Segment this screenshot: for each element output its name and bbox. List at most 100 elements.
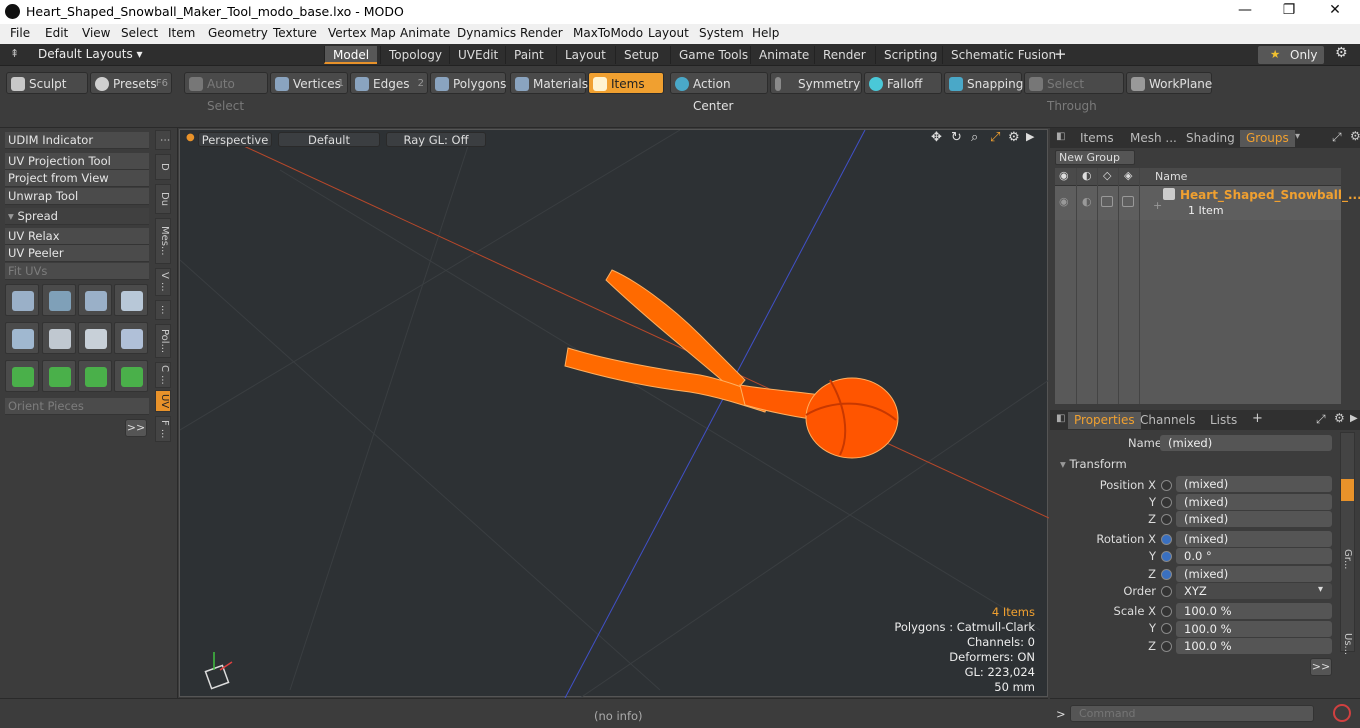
lock-col-icon[interactable]: ◇ <box>1103 169 1111 182</box>
chevron-down-icon[interactable]: ▾ <box>1318 584 1323 595</box>
uv-peeler-button[interactable]: UV Peeler <box>5 245 149 262</box>
menu-help[interactable]: Help <box>752 26 779 40</box>
tab-items[interactable]: Items <box>1074 130 1120 147</box>
render-icon[interactable]: ◐ <box>1082 195 1092 208</box>
rotation-x-anim-dot[interactable] <box>1161 534 1172 545</box>
vtab-pol[interactable]: Pol... <box>155 324 171 358</box>
udim-indicator-button[interactable]: UDIM Indicator <box>5 132 149 149</box>
side-tab-active[interactable] <box>1341 479 1354 501</box>
props-menu-icon[interactable]: ◧ <box>1056 413 1065 424</box>
scale-x-anim-dot[interactable] <box>1161 606 1172 617</box>
position-x-field[interactable]: (mixed) <box>1176 476 1332 492</box>
expand-icon[interactable]: + <box>1153 199 1162 212</box>
raygl-toggle[interactable]: Ray GL: Off <box>386 132 486 147</box>
side-tab-gr[interactable]: Gr... <box>1342 549 1353 569</box>
materials-button[interactable]: Materials <box>510 72 588 94</box>
close-button[interactable]: ✕ <box>1312 2 1358 18</box>
presets-button[interactable]: Presets F6 <box>90 72 172 94</box>
vtab-menu[interactable]: ⋮ <box>155 130 171 150</box>
perspective-dropdown[interactable]: Perspective <box>198 132 272 147</box>
fit-view-icon[interactable]: ⤢ <box>990 130 1000 145</box>
vtab-v[interactable]: V ... <box>155 268 171 296</box>
order-dropdown[interactable]: XYZ <box>1176 583 1332 599</box>
uv-tool-icon-7[interactable] <box>78 322 112 354</box>
menu-layout[interactable]: Layout <box>648 26 689 40</box>
uv-projection-tool-button[interactable]: UV Projection Tool <box>5 153 149 170</box>
tab-schematic-fusion[interactable]: Schematic Fusion <box>942 46 1064 64</box>
visibility-col-icon[interactable]: ◉ <box>1059 169 1069 182</box>
tab-groups[interactable]: Groups <box>1240 130 1295 147</box>
uv-tool-icon-2[interactable] <box>42 284 76 316</box>
menu-animate[interactable]: Animate <box>400 26 450 40</box>
rotation-y-anim-dot[interactable] <box>1161 551 1172 562</box>
gear-icon[interactable]: ⚙ <box>1335 45 1348 61</box>
sculpt-button[interactable]: Sculpt <box>6 72 88 94</box>
vtab-more[interactable]: ... <box>155 300 171 320</box>
vtab-d[interactable]: D <box>155 154 171 180</box>
polygons-button[interactable]: Polygons <box>430 72 506 94</box>
tabs-dropdown-icon[interactable]: ▾ <box>1295 131 1300 142</box>
zoom-icon[interactable]: ⌕ <box>971 130 978 145</box>
transform-header[interactable]: ▾ Transform <box>1060 457 1127 471</box>
unwrap-tool-button[interactable]: Unwrap Tool <box>5 188 149 205</box>
tab-lists[interactable]: Lists <box>1204 412 1243 429</box>
menu-render[interactable]: Render <box>520 26 563 40</box>
add-tab-button[interactable]: + <box>1054 45 1067 63</box>
action-center-button[interactable]: Action Center <box>670 72 768 113</box>
3d-viewport[interactable]: ● Perspective Default Ray GL: Off ✥ ↻ ⌕ … <box>179 129 1049 698</box>
rotation-z-anim-dot[interactable] <box>1161 569 1172 580</box>
vtab-du[interactable]: Du <box>155 184 171 214</box>
scale-z-anim-dot[interactable] <box>1161 641 1172 652</box>
rotation-z-field[interactable]: (mixed) <box>1176 566 1332 582</box>
tab-shading[interactable]: Shading <box>1180 130 1241 147</box>
tab-mesh[interactable]: Mesh ... <box>1124 130 1183 147</box>
properties-more-button[interactable]: >> <box>1310 658 1332 676</box>
position-y-anim-dot[interactable] <box>1161 497 1172 508</box>
position-x-anim-dot[interactable] <box>1161 480 1172 491</box>
uv-tool-icon-9[interactable] <box>5 360 39 392</box>
scale-y-anim-dot[interactable] <box>1161 623 1172 634</box>
menu-edit[interactable]: Edit <box>45 26 68 40</box>
eye-icon[interactable]: ◉ <box>1059 195 1069 208</box>
render-col-icon[interactable]: ◐ <box>1082 169 1092 182</box>
props-expand-icon[interactable]: ⤢ <box>1316 412 1326 427</box>
falloff-button[interactable]: Falloff <box>864 72 942 94</box>
only-toggle[interactable]: ★ Only <box>1258 46 1324 64</box>
project-from-view-button[interactable]: Project from View <box>5 170 149 187</box>
menu-file[interactable]: File <box>10 26 30 40</box>
menu-vertex-map[interactable]: Vertex Map <box>328 26 396 40</box>
scale-y-field[interactable]: 100.0 % <box>1176 621 1332 637</box>
position-z-field[interactable]: (mixed) <box>1176 511 1332 527</box>
viewport-menu-dot-icon[interactable]: ● <box>186 132 195 143</box>
spread-section-header[interactable]: ▾ Spread <box>5 208 149 225</box>
menu-texture[interactable]: Texture <box>273 26 317 40</box>
maximize-button[interactable]: ❐ <box>1266 2 1312 18</box>
orient-pieces-button[interactable]: Orient Pieces <box>5 398 149 415</box>
tab-animate[interactable]: Animate <box>750 46 817 64</box>
tab-paint[interactable]: Paint <box>505 46 552 64</box>
tab-setup[interactable]: Setup <box>615 46 667 64</box>
layouts-expand-icon[interactable]: ⇞ <box>10 47 19 60</box>
vtab-mesh[interactable]: Mes... <box>155 218 171 264</box>
tab-uvedit[interactable]: UVEdit <box>449 46 506 64</box>
props-settings-icon[interactable]: ⚙ <box>1334 411 1345 425</box>
edges-button[interactable]: Edges 2 <box>350 72 428 94</box>
viewport-expand-icon[interactable]: ▶ <box>1026 130 1034 143</box>
pan-icon[interactable]: ✥ <box>931 130 942 145</box>
items-button[interactable]: Items <box>588 72 664 94</box>
tab-channels[interactable]: Channels <box>1134 412 1202 429</box>
menu-item[interactable]: Item <box>168 26 195 40</box>
uv-tool-icon-12[interactable] <box>114 360 148 392</box>
vtab-uv[interactable]: UV <box>155 390 171 412</box>
tab-scripting[interactable]: Scripting <box>875 46 945 64</box>
panel-settings-icon[interactable]: ⚙ <box>1350 129 1360 143</box>
tab-properties[interactable]: Properties <box>1068 412 1141 429</box>
snapping-button[interactable]: Snapping <box>944 72 1023 94</box>
tab-model[interactable]: Model <box>324 46 378 64</box>
rotation-y-field[interactable]: 0.0 ° <box>1176 548 1332 564</box>
position-y-field[interactable]: (mixed) <box>1176 494 1332 510</box>
snowball-maker-mesh[interactable] <box>564 269 899 459</box>
side-tab-us[interactable]: Us... <box>1342 633 1353 655</box>
uv-tool-icon-4[interactable] <box>114 284 148 316</box>
uv-tool-icon-6[interactable] <box>42 322 76 354</box>
